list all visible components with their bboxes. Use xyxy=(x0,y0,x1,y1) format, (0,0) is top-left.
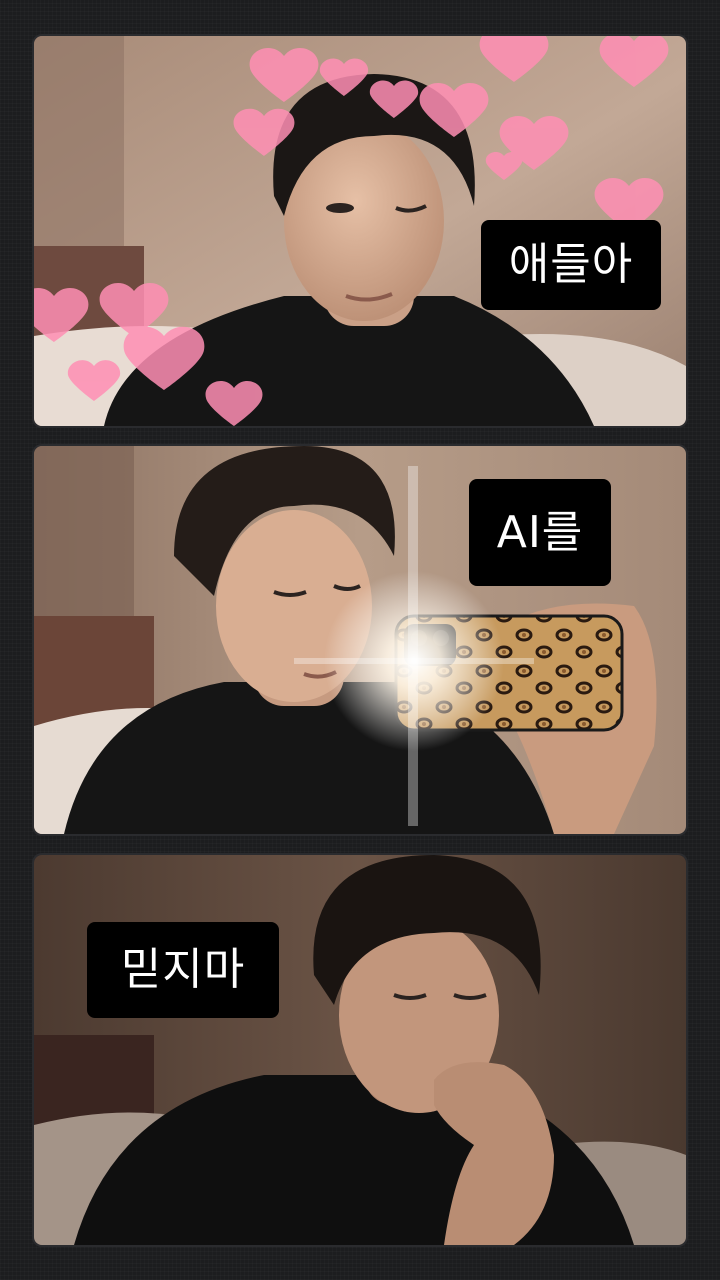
caption-label-2: AI를 xyxy=(469,479,611,586)
caption-label-1: 애들아 xyxy=(481,220,661,310)
caption-label-3: 믿지마 xyxy=(87,922,279,1018)
photo-panel-3 xyxy=(34,855,686,1245)
photo-thinking-pose xyxy=(34,855,686,1245)
